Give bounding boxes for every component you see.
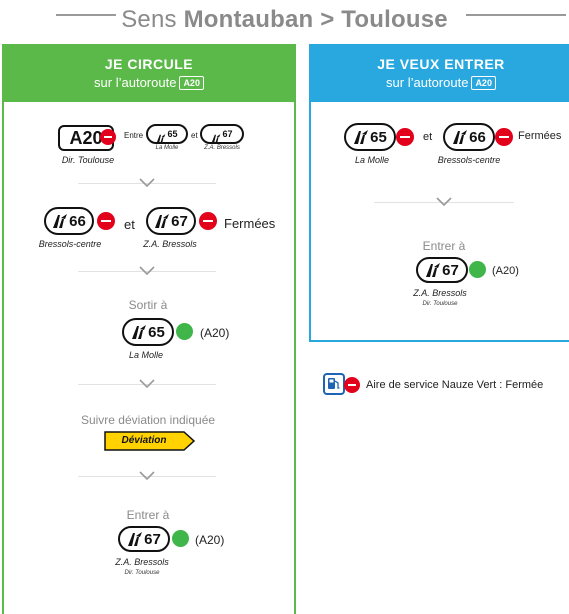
status-closed: Fermées (518, 130, 562, 142)
exit-ramp-icon (425, 263, 441, 277)
exit-ramp-icon (131, 325, 147, 339)
exit-67-name: Z.A. Bressols (413, 288, 467, 298)
exit-67-name: Z.A. Bressols (204, 145, 240, 151)
direction-route: Montauban > Toulouse (183, 6, 448, 33)
exit-65-name: La Molle (155, 145, 179, 151)
exit-65-sign: 65 (146, 124, 188, 144)
deviation-label: Déviation (121, 435, 167, 446)
exit-direction: Dir. Toulouse (124, 570, 160, 576)
exit-66-sign: 66 (44, 207, 94, 235)
and-word: et (423, 131, 433, 143)
panel-je-circule-header: JE CIRCULE sur l’autoroute A20 (4, 46, 294, 102)
exit-ramp-icon (154, 214, 170, 228)
panel-subtitle: sur l’autoroute (94, 75, 177, 90)
chevron-down-icon (139, 471, 155, 481)
no-entry-icon (344, 377, 360, 393)
service-area-status: Aire de service Nauze Vert : Fermée (366, 379, 544, 391)
step-label: Sortir à (128, 298, 168, 312)
chevron-down-icon (139, 178, 155, 188)
exit-65-name: La Molle (354, 155, 390, 165)
exit-67-sign: 67 (416, 257, 468, 283)
panel-subtitle: sur l’autoroute (386, 75, 469, 90)
step-label: Suivre déviation indiquée (80, 413, 216, 427)
fuel-station-icon (323, 373, 345, 395)
no-entry-icon (396, 128, 414, 146)
exit-65-sign: 65 (122, 318, 174, 346)
exit-67-sign: 67 (118, 526, 170, 552)
exit-67-sign: 67 (146, 207, 196, 235)
and-word: et (124, 217, 135, 232)
exit-ramp-icon (127, 532, 143, 546)
exit-ramp-icon (52, 214, 68, 228)
road-ref: (A20) (492, 265, 519, 277)
status-closed: Fermées (224, 216, 276, 231)
chevron-down-icon (139, 379, 155, 389)
road-tag: A20 (471, 76, 496, 90)
exit-67-sign: 67 (200, 124, 244, 144)
panel-title: JE CIRCULE (104, 56, 194, 72)
deviation-sign: Déviation (104, 431, 196, 451)
chevron-down-icon (436, 197, 452, 207)
road-tag: A20 (179, 76, 204, 90)
no-entry-icon (495, 128, 513, 146)
open-status-icon (172, 530, 189, 547)
road-ref: (A20) (200, 326, 230, 340)
exit-ramp-icon (353, 130, 369, 144)
step-label: Entrer à (126, 508, 170, 522)
direction-title: Sens Montauban > Toulouse (0, 6, 569, 34)
exit-65-sign: 65 (344, 123, 396, 151)
between-word: Entre (124, 131, 144, 140)
exit-67-name: Z.A. Bressols (115, 557, 169, 567)
road-ref: (A20) (195, 533, 225, 547)
no-entry-icon (100, 129, 116, 145)
direction-prefix: Sens (121, 6, 177, 33)
no-entry-icon (199, 212, 217, 230)
step-label: Entrer à (422, 239, 466, 253)
panel-title: JE VEUX ENTRER (377, 56, 505, 72)
exit-ramp-icon (211, 130, 221, 143)
exit-direction: Dir. Toulouse (422, 301, 458, 307)
exit-66-sign: 66 (443, 123, 495, 151)
chevron-down-icon (139, 266, 155, 276)
road-direction: Dir. Toulouse (61, 155, 115, 165)
open-status-icon (469, 261, 486, 278)
and-word: et (191, 131, 198, 140)
exit-66-name: Bressols-centre (38, 239, 102, 249)
panel-je-veux-entrer-header: JE VEUX ENTRER sur l’autoroute A20 (311, 46, 569, 102)
exit-67-name: Z.A. Bressols (143, 239, 197, 249)
open-status-icon (176, 323, 193, 340)
no-entry-icon (97, 212, 115, 230)
exit-ramp-icon (452, 130, 468, 144)
exit-ramp-icon (156, 130, 166, 143)
exit-65-name: La Molle (128, 350, 164, 360)
exit-66-name: Bressols-centre (437, 155, 501, 165)
